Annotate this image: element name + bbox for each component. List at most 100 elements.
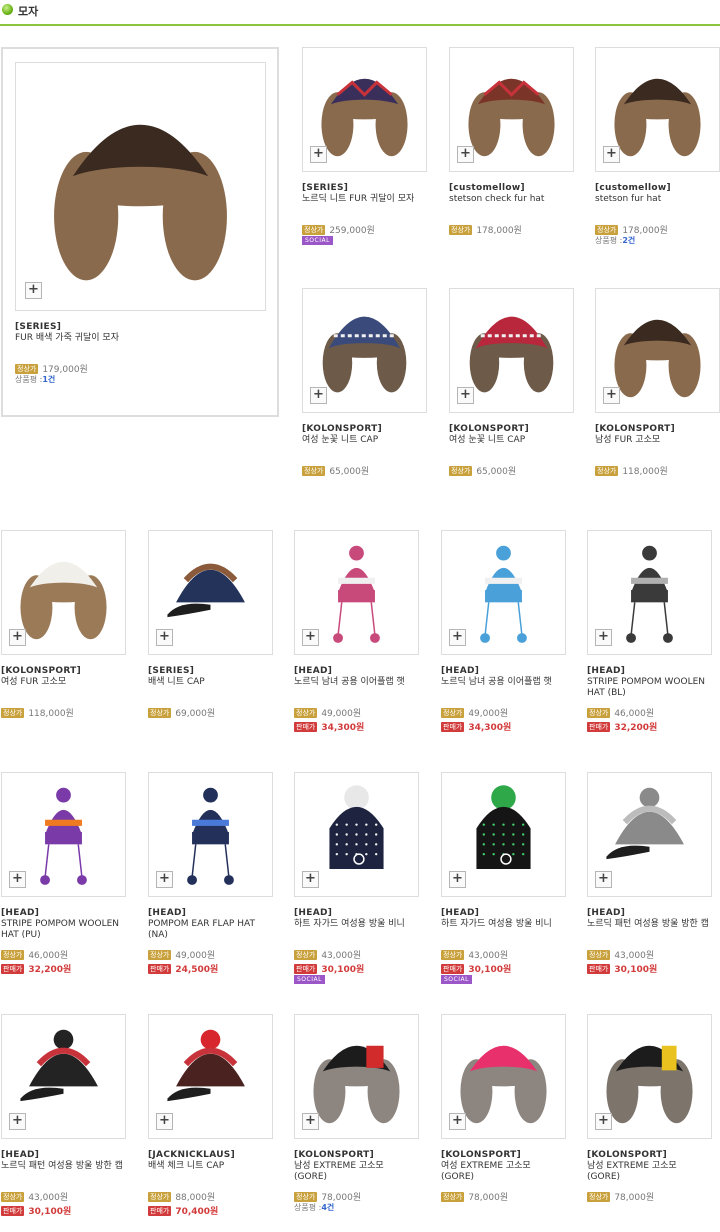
review-count[interactable]: 상품평 :4건: [294, 1202, 334, 1213]
product-brand[interactable]: [HEAD]: [1, 908, 39, 918]
product-image[interactable]: +: [1, 530, 126, 655]
product-brand[interactable]: [KOLONSPORT]: [449, 424, 529, 434]
product-name[interactable]: 하트 자가드 여성용 방울 비니: [294, 919, 419, 930]
product-brand[interactable]: [KOLONSPORT]: [587, 1150, 667, 1160]
product-brand[interactable]: [HEAD]: [441, 666, 479, 676]
zoom-plus-icon[interactable]: +: [449, 871, 466, 888]
zoom-plus-icon[interactable]: +: [310, 387, 327, 404]
regular-price: 정상가 118,000원: [1, 706, 74, 719]
review-value[interactable]: 4건: [321, 1203, 334, 1212]
product-name[interactable]: 노르딕 패턴 여성용 방울 방한 캡: [587, 919, 712, 930]
product-brand[interactable]: [KOLONSPORT]: [1, 666, 81, 676]
product-brand[interactable]: [KOLONSPORT]: [441, 1150, 521, 1160]
product-name[interactable]: 남성 EXTREME 고소모 (GORE): [587, 1161, 712, 1183]
sale-price: 판매가 34,300원: [294, 720, 364, 733]
normal-price-value: 88,000원: [175, 1193, 216, 1203]
product-name[interactable]: STRIPE POMPOM WOOLEN HAT (BL): [587, 677, 712, 699]
product-name[interactable]: 남성 FUR 고소모: [595, 435, 720, 446]
product-brand[interactable]: [KOLONSPORT]: [302, 424, 382, 434]
zoom-plus-icon[interactable]: +: [156, 629, 173, 646]
zoom-plus-icon[interactable]: +: [302, 629, 319, 646]
product-brand[interactable]: [HEAD]: [294, 666, 332, 676]
product-brand[interactable]: [HEAD]: [294, 908, 332, 918]
product-brand[interactable]: [SERIES]: [302, 183, 348, 193]
product-image[interactable]: +: [595, 288, 720, 413]
product-image[interactable]: +: [1, 772, 126, 897]
zoom-plus-icon[interactable]: +: [449, 1113, 466, 1130]
product-image[interactable]: +: [294, 772, 419, 897]
review-value[interactable]: 2건: [622, 236, 635, 245]
review-count[interactable]: 상품평 :1건: [15, 374, 55, 385]
zoom-plus-icon[interactable]: +: [9, 1113, 26, 1130]
zoom-plus-icon[interactable]: +: [302, 1113, 319, 1130]
zoom-plus-icon[interactable]: +: [595, 1113, 612, 1130]
product-name[interactable]: STRIPE POMPOM WOOLEN HAT (PU): [1, 919, 126, 941]
product-name[interactable]: stetson check fur hat: [449, 194, 574, 205]
product-image[interactable]: +: [302, 288, 427, 413]
product-image[interactable]: +: [148, 772, 273, 897]
product-brand[interactable]: [HEAD]: [148, 908, 186, 918]
normal-price-tag: 정상가: [294, 707, 318, 718]
product-name[interactable]: FUR 배색 가죽 귀달이 모자: [15, 333, 140, 344]
product-name[interactable]: 노르딕 패턴 여성용 방울 방한 캡: [1, 1161, 126, 1172]
product-brand[interactable]: [customellow]: [595, 183, 671, 193]
product-brand[interactable]: [SERIES]: [15, 322, 61, 332]
zoom-plus-icon[interactable]: +: [449, 629, 466, 646]
product-image[interactable]: +: [587, 530, 712, 655]
product-name[interactable]: 남성 EXTREME 고소모 (GORE): [294, 1161, 419, 1183]
product-name[interactable]: 노르딕 남녀 공용 이어플랩 햇: [294, 677, 419, 688]
product-image[interactable]: +: [148, 530, 273, 655]
bullet-icon: [2, 4, 13, 15]
product-image[interactable]: +: [441, 530, 566, 655]
zoom-plus-icon[interactable]: +: [9, 629, 26, 646]
product-name[interactable]: 하트 자가드 여성용 방울 비니: [441, 919, 566, 930]
product-image[interactable]: +: [587, 772, 712, 897]
product-image[interactable]: +: [441, 1014, 566, 1139]
product-name[interactable]: 노르딕 남녀 공용 이어플랩 햇: [441, 677, 566, 688]
zoom-plus-icon[interactable]: +: [595, 871, 612, 888]
product-name[interactable]: 여성 FUR 고소모: [1, 677, 126, 688]
zoom-plus-icon[interactable]: +: [457, 387, 474, 404]
zoom-plus-icon[interactable]: +: [156, 871, 173, 888]
product-name[interactable]: 여성 EXTREME 고소모 (GORE): [441, 1161, 566, 1183]
review-count[interactable]: 상품평 :2건: [595, 235, 635, 246]
zoom-plus-icon[interactable]: +: [302, 871, 319, 888]
zoom-plus-icon[interactable]: +: [457, 146, 474, 163]
zoom-plus-icon[interactable]: +: [595, 629, 612, 646]
product-brand[interactable]: [KOLONSPORT]: [294, 1150, 374, 1160]
product-brand[interactable]: [customellow]: [449, 183, 525, 193]
review-value[interactable]: 1건: [42, 375, 55, 384]
product-name[interactable]: 여성 눈꽃 니트 CAP: [302, 435, 427, 446]
product-brand[interactable]: [HEAD]: [1, 1150, 39, 1160]
product-image[interactable]: +: [1, 1014, 126, 1139]
product-brand[interactable]: [HEAD]: [587, 908, 625, 918]
zoom-plus-icon[interactable]: +: [25, 282, 42, 299]
product-name[interactable]: 노르딕 니트 FUR 귀달이 모자: [302, 194, 427, 205]
zoom-plus-icon[interactable]: +: [603, 387, 620, 404]
normal-price-value: 78,000원: [468, 1193, 509, 1203]
product-brand[interactable]: [HEAD]: [587, 666, 625, 676]
zoom-plus-icon[interactable]: +: [156, 1113, 173, 1130]
zoom-plus-icon[interactable]: +: [310, 146, 327, 163]
product-brand[interactable]: [KOLONSPORT]: [595, 424, 675, 434]
product-image[interactable]: +: [449, 288, 574, 413]
product-image[interactable]: +: [595, 47, 720, 172]
product-brand[interactable]: [JACKNICKLAUS]: [148, 1150, 235, 1160]
product-brand[interactable]: [SERIES]: [148, 666, 194, 676]
product-image[interactable]: +: [294, 1014, 419, 1139]
zoom-plus-icon[interactable]: +: [603, 146, 620, 163]
product-image[interactable]: +: [587, 1014, 712, 1139]
product-image[interactable]: +: [441, 772, 566, 897]
product-name[interactable]: 여성 눈꽃 니트 CAP: [449, 435, 574, 446]
product-name[interactable]: 배색 체크 니트 CAP: [148, 1161, 273, 1172]
product-name[interactable]: 배색 니트 CAP: [148, 677, 273, 688]
product-name[interactable]: POMPOM EAR FLAP HAT (NA): [148, 919, 273, 941]
product-image[interactable]: +: [294, 530, 419, 655]
zoom-plus-icon[interactable]: +: [9, 871, 26, 888]
product-image[interactable]: +: [148, 1014, 273, 1139]
product-name[interactable]: stetson fur hat: [595, 194, 720, 205]
product-image[interactable]: +: [449, 47, 574, 172]
product-brand[interactable]: [HEAD]: [441, 908, 479, 918]
product-image[interactable]: +: [15, 62, 266, 311]
product-image[interactable]: +: [302, 47, 427, 172]
